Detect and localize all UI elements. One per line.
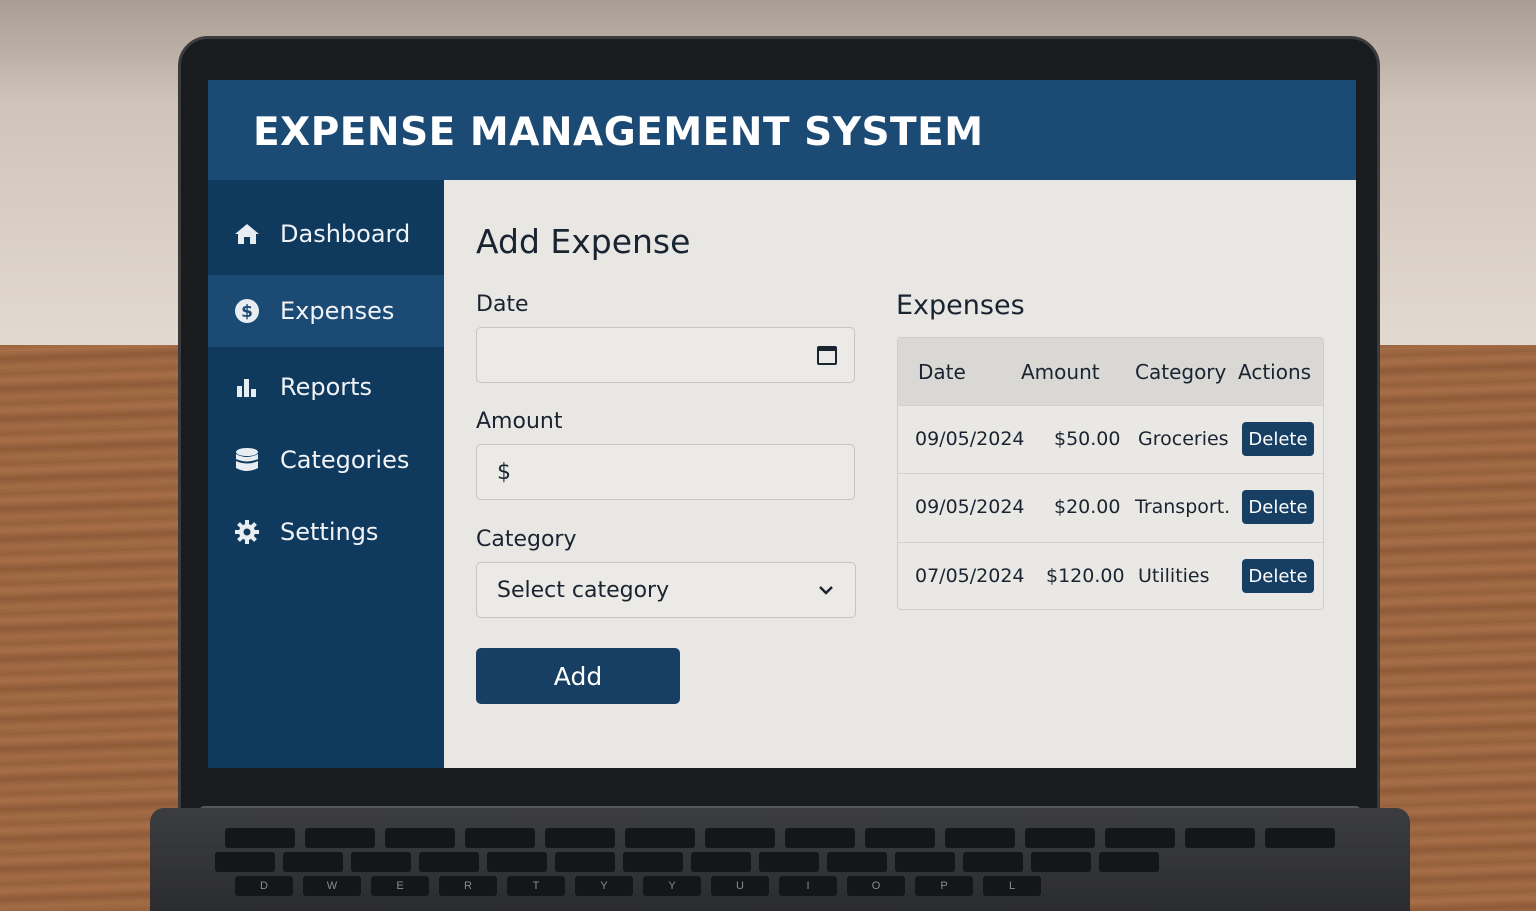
- keyboard-key: O: [847, 876, 905, 896]
- database-icon: [232, 445, 262, 475]
- gear-icon: [232, 517, 262, 547]
- delete-button[interactable]: Delete: [1242, 490, 1314, 524]
- keyboard-key: [1099, 852, 1159, 872]
- keyboard-key: [865, 828, 935, 848]
- add-button[interactable]: Add: [476, 648, 680, 704]
- delete-button[interactable]: Delete: [1242, 422, 1314, 456]
- table-row: 09/05/2024 $50.00 Groceries Delete: [898, 405, 1323, 473]
- keyboard-key: [895, 852, 955, 872]
- chevron-down-icon: [817, 581, 839, 603]
- keyboard-key: L: [983, 876, 1041, 896]
- keyboard-key: [785, 828, 855, 848]
- date-field[interactable]: [476, 327, 855, 383]
- table-row: 07/05/2024 $120.00 Utilities Delete: [898, 542, 1323, 609]
- keyboard-key: [225, 828, 295, 848]
- keyboard-key: D: [235, 876, 293, 896]
- keyboard-key: U: [711, 876, 769, 896]
- svg-text:$: $: [241, 302, 253, 322]
- keyboard-key: [487, 852, 547, 872]
- keyboard-key: [385, 828, 455, 848]
- date-label: Date: [476, 292, 529, 317]
- sidebar-item-label: Settings: [280, 518, 379, 546]
- amount-prefix: $: [497, 459, 511, 485]
- keyboard-key: [945, 828, 1015, 848]
- sidebar-item-expenses[interactable]: $ Expenses: [208, 275, 444, 347]
- sidebar-item-label: Reports: [280, 373, 373, 401]
- sidebar-item-reports[interactable]: Reports: [208, 351, 444, 423]
- category-value: Select category: [497, 577, 670, 603]
- sidebar: Dashboard $ Expenses Reports Categories …: [208, 180, 444, 768]
- table-row: 09/05/2024 $20.00 Transport. Delete: [898, 473, 1323, 541]
- bar-chart-icon: [232, 372, 262, 402]
- category-label: Category: [476, 527, 577, 552]
- keyboard-key: I: [779, 876, 837, 896]
- row-category: Groceries: [1138, 428, 1229, 450]
- row-date: 09/05/2024: [915, 496, 1025, 518]
- sidebar-item-label: Expenses: [280, 297, 395, 325]
- keyboard-key: Y: [575, 876, 633, 896]
- category-select[interactable]: Select category: [476, 562, 856, 618]
- keyboard-key: [625, 828, 695, 848]
- keyboard-key: [1105, 828, 1175, 848]
- sidebar-item-label: Categories: [280, 446, 410, 474]
- keyboard-key: [1265, 828, 1335, 848]
- row-amount: $50.00: [1054, 428, 1121, 450]
- keyboard-key: [1185, 828, 1255, 848]
- keyboard-key: [305, 828, 375, 848]
- app-screen: EXPENSE MANAGEMENT SYSTEM Dashboard $ Ex…: [208, 80, 1356, 768]
- row-date: 07/05/2024: [915, 565, 1025, 587]
- amount-label: Amount: [476, 409, 563, 434]
- keyboard-key: [465, 828, 535, 848]
- keyboard-key: P: [915, 876, 973, 896]
- dollar-circle-icon: $: [232, 296, 262, 326]
- sidebar-item-label: Dashboard: [280, 220, 411, 248]
- column-header-date: Date: [918, 360, 966, 384]
- keyboard-key: [419, 852, 479, 872]
- keyboard-key: [351, 852, 411, 872]
- app-header: EXPENSE MANAGEMENT SYSTEM: [208, 80, 1356, 180]
- keyboard-key: [283, 852, 343, 872]
- keyboard-key: Y: [643, 876, 701, 896]
- add-expense-title: Add Expense: [476, 222, 691, 261]
- amount-field[interactable]: $: [476, 444, 855, 500]
- keyboard-key: R: [439, 876, 497, 896]
- keyboard-key: [827, 852, 887, 872]
- keyboard-key: [215, 852, 275, 872]
- delete-button[interactable]: Delete: [1242, 559, 1314, 593]
- keyboard-key: [545, 828, 615, 848]
- keyboard: DWERTYYUIOPL: [205, 826, 1355, 911]
- keyboard-key: W: [303, 876, 361, 896]
- row-category: Utilities: [1138, 565, 1210, 587]
- keyboard-key: [963, 852, 1023, 872]
- row-category: Transport.: [1135, 496, 1231, 518]
- expenses-title: Expenses: [896, 290, 1025, 321]
- sidebar-item-dashboard[interactable]: Dashboard: [208, 198, 444, 270]
- app-title: EXPENSE MANAGEMENT SYSTEM: [253, 110, 984, 155]
- keyboard-key: [705, 828, 775, 848]
- keyboard-key: [555, 852, 615, 872]
- row-amount: $20.00: [1054, 496, 1121, 518]
- column-header-category: Category: [1135, 360, 1227, 384]
- expenses-table: Date Amount Category Actions 09/05/2024 …: [897, 337, 1324, 610]
- row-amount: $120.00: [1046, 565, 1125, 587]
- keyboard-key: [1025, 828, 1095, 848]
- keyboard-key: [1031, 852, 1091, 872]
- table-header: Date Amount Category Actions: [898, 338, 1323, 406]
- keyboard-key: [759, 852, 819, 872]
- keyboard-key: [691, 852, 751, 872]
- keyboard-key: E: [371, 876, 429, 896]
- sidebar-item-settings[interactable]: Settings: [208, 496, 444, 568]
- column-header-amount: Amount: [1021, 360, 1100, 384]
- home-icon: [232, 219, 262, 249]
- calendar-icon[interactable]: [816, 344, 838, 366]
- row-date: 09/05/2024: [915, 428, 1025, 450]
- sidebar-item-categories[interactable]: Categories: [208, 424, 444, 496]
- main-content: Add Expense Date Amount $ Category Selec…: [444, 180, 1356, 768]
- keyboard-key: T: [507, 876, 565, 896]
- keyboard-key: [623, 852, 683, 872]
- column-header-actions: Actions: [1238, 360, 1312, 384]
